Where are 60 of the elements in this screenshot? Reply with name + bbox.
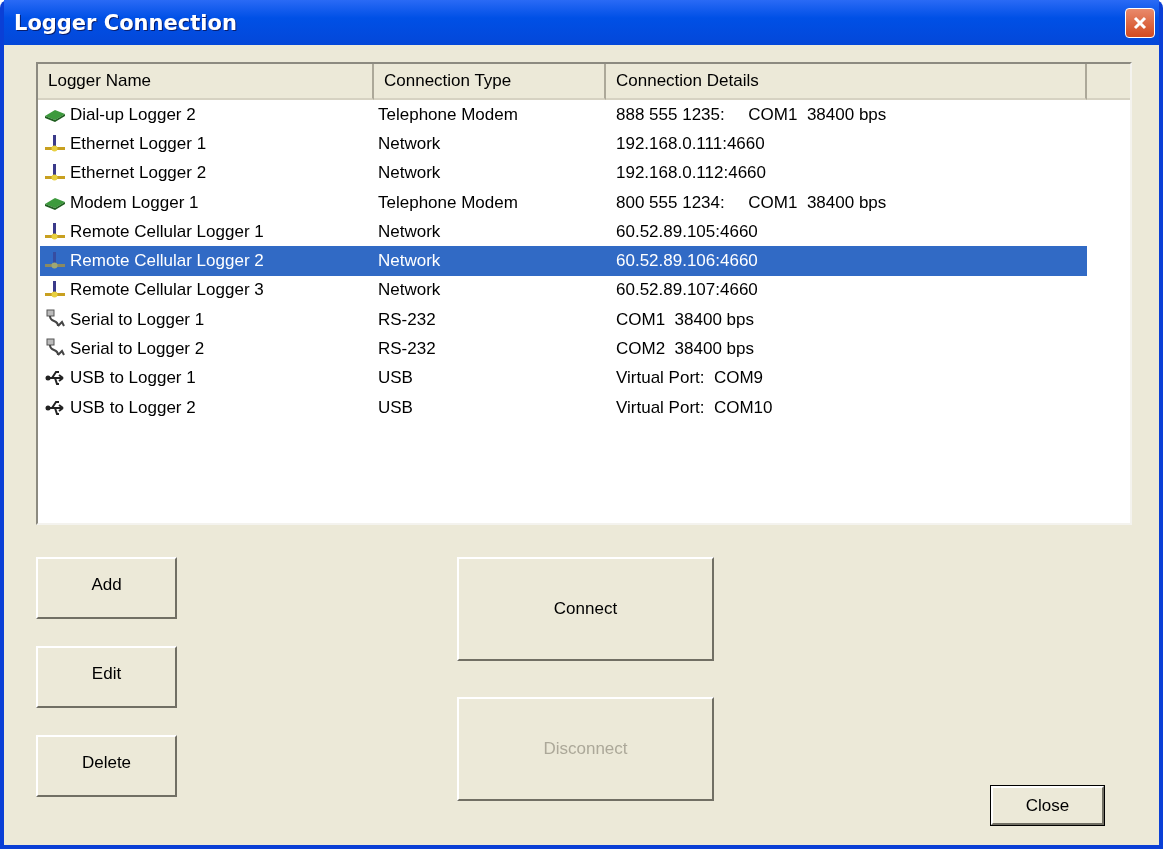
list-row[interactable]: Dial-up Logger 2 Telephone Modem 888 555 1235: COM1 38400 bps xyxy=(40,100,1087,130)
close-icon xyxy=(1132,14,1148,31)
list-row[interactable]: Remote Cellular Logger 3 Network 60.52.89.107:4660 xyxy=(40,275,1087,306)
connection-details: 800 555 1234: COM1 38400 bps xyxy=(615,192,888,213)
logger-name: Dial-up Logger 2 xyxy=(70,104,196,125)
connection-type: Network xyxy=(377,251,442,272)
connection-type: Network xyxy=(377,133,442,154)
connection-type: RS-232 xyxy=(377,309,437,330)
close-window-button[interactable] xyxy=(1125,7,1155,38)
column-header[interactable]: Connection Type xyxy=(374,64,606,100)
column-header[interactable]: Connection Details xyxy=(606,64,1087,100)
connection-details: COM1 38400 bps xyxy=(615,309,755,330)
logger-name: Ethernet Logger 2 xyxy=(70,163,207,184)
connection-details: 60.52.89.107:4660 xyxy=(615,280,759,301)
list-row[interactable]: Ethernet Logger 1 Network 192.168.0.111:4660 xyxy=(40,129,1087,159)
connection-details: Virtual Port: COM10 xyxy=(615,397,774,418)
list-row[interactable]: Modem Logger 1 Telephone Modem 800 555 1234: COM1 38400 bps xyxy=(40,187,1087,218)
network-icon xyxy=(44,133,66,154)
list-row[interactable]: Remote Cellular Logger 1 Network 60.52.89.105:4660 xyxy=(40,217,1087,247)
list-row[interactable]: Remote Cellular Logger 2 Network 60.52.89.106:4660 xyxy=(40,246,1087,276)
connection-details: 60.52.89.106:4660 xyxy=(615,251,759,272)
edit-button[interactable]: Edit xyxy=(36,646,177,708)
logger-name: USB to Logger 2 xyxy=(70,397,196,418)
modem-icon xyxy=(44,195,66,210)
delete-button[interactable]: Delete xyxy=(36,735,177,797)
connection-type: Telephone Modem xyxy=(377,192,519,213)
logger-name: Serial to Logger 1 xyxy=(70,309,205,330)
modem-icon xyxy=(44,107,66,122)
connection-type: USB xyxy=(377,368,414,389)
logger-name: USB to Logger 1 xyxy=(70,368,196,389)
connect-button[interactable]: Connect xyxy=(457,557,714,661)
connection-type: Network xyxy=(377,221,442,242)
connection-details: 192.168.0.112:4660 xyxy=(615,163,767,184)
connection-type: Network xyxy=(377,163,442,184)
connection-details: 888 555 1235: COM1 38400 bps xyxy=(615,104,888,125)
logger-name: Remote Cellular Logger 3 xyxy=(70,280,264,301)
list-row[interactable]: Serial to Logger 1 RS-232 COM1 38400 bps xyxy=(40,305,1087,335)
connection-details: 192.168.0.111:4660 xyxy=(615,133,766,154)
connection-details: Virtual Port: COM9 xyxy=(615,368,765,389)
connection-type: USB xyxy=(377,397,414,418)
column-header xyxy=(1087,64,1130,100)
connection-details: 60.52.89.105:4660 xyxy=(615,221,759,242)
list-row[interactable]: USB to Logger 2 USB Virtual Port: COM10 xyxy=(40,392,1087,423)
connection-type: RS-232 xyxy=(377,339,437,359)
close-button[interactable]: Close xyxy=(991,786,1104,825)
list-row[interactable]: Serial to Logger 2 RS-232 COM2 38400 bps xyxy=(40,334,1087,364)
connection-type: Telephone Modem xyxy=(377,104,519,125)
list-row[interactable]: Ethernet Logger 2 Network 192.168.0.112:4660 xyxy=(40,158,1087,188)
logger-name: Serial to Logger 2 xyxy=(70,339,205,359)
logger-name: Ethernet Logger 1 xyxy=(70,133,207,154)
window-title: Logger Connection xyxy=(14,10,237,35)
connection-details: COM2 38400 bps xyxy=(615,339,755,359)
list-row[interactable]: USB to Logger 1 USB Virtual Port: COM9 xyxy=(40,363,1087,393)
connection-type: Network xyxy=(377,280,442,301)
add-button[interactable]: Add xyxy=(36,557,177,619)
logger-name: Modem Logger 1 xyxy=(70,192,199,213)
column-header[interactable]: Logger Name xyxy=(38,64,374,100)
logger-name: Remote Cellular Logger 1 xyxy=(70,221,264,242)
network-icon xyxy=(44,221,66,242)
logger-name: Remote Cellular Logger 2 xyxy=(70,251,264,272)
